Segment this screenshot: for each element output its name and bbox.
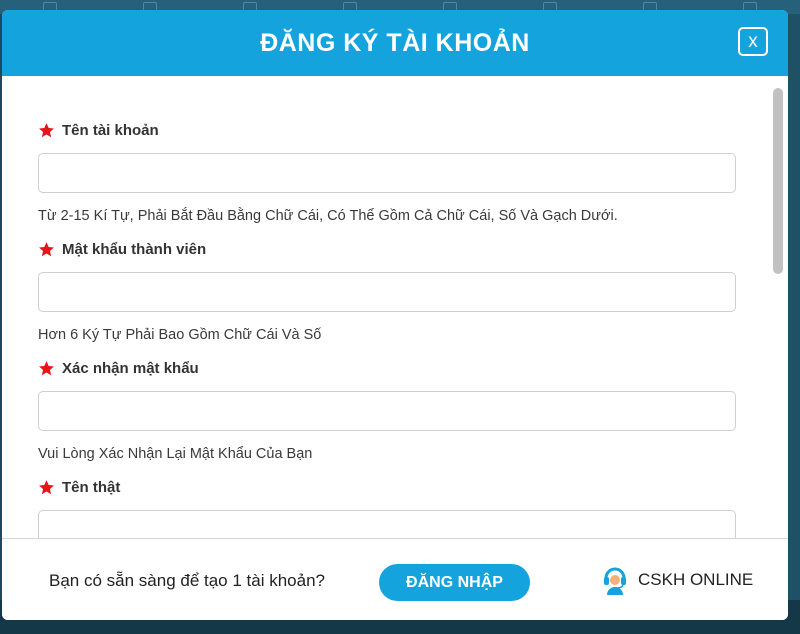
background-edge: [786, 14, 800, 600]
field-label-text: Xác nhận mật khẩu: [62, 359, 199, 377]
close-icon: x: [748, 31, 758, 52]
confirm-password-input[interactable]: [38, 391, 736, 431]
support-link[interactable]: CSKH ONLINE: [602, 563, 753, 597]
field-label: Tên tài khoản: [38, 120, 736, 140]
field-real-name: Tên thật: [38, 477, 736, 538]
field-password: Mật khẩu thành viên Hơn 6 Ký Tự Phải Bao…: [38, 239, 736, 345]
required-star-icon: [39, 241, 54, 256]
login-button[interactable]: ĐĂNG NHẬP: [379, 564, 530, 601]
modal-header: ĐĂNG KÝ TÀI KHOẢN x: [2, 10, 788, 76]
field-hint: Từ 2-15 Kí Tự, Phải Bắt Đầu Bằng Chữ Cái…: [38, 208, 618, 224]
field-hint: Vui Lòng Xác Nhận Lại Mật Khẩu Của Bạn: [38, 446, 313, 462]
field-label-text: Tên tài khoản: [62, 121, 159, 139]
support-label: CSKH ONLINE: [638, 570, 754, 589]
modal-body: Tên tài khoản Từ 2-15 Kí Tự, Phải Bắt Đầ…: [2, 76, 788, 538]
required-star-icon: [39, 122, 54, 137]
required-star-icon: [39, 360, 54, 375]
scrollbar-thumb[interactable]: [773, 88, 783, 274]
field-label-text: Tên thật: [62, 478, 121, 496]
field-label: Xác nhận mật khẩu: [38, 358, 736, 378]
register-modal: ĐĂNG KÝ TÀI KHOẢN x Tên tài khoản Từ 2-1…: [2, 10, 788, 620]
headset-icon: [604, 567, 626, 595]
field-username: Tên tài khoản Từ 2-15 Kí Tự, Phải Bắt Đầ…: [38, 120, 736, 226]
modal-footer: Bạn có sẵn sàng để tạo 1 tài khoản? ĐĂNG…: [2, 538, 788, 620]
field-label-text: Mật khẩu thành viên: [62, 240, 207, 258]
real-name-input[interactable]: [38, 510, 736, 538]
field-confirm-password: Xác nhận mật khẩu Vui Lòng Xác Nhận Lại …: [38, 358, 736, 464]
field-label: Mật khẩu thành viên: [38, 239, 736, 259]
modal-title: ĐĂNG KÝ TÀI KHOẢN: [260, 28, 530, 57]
close-button[interactable]: x: [738, 27, 768, 56]
username-input[interactable]: [38, 153, 736, 193]
field-label: Tên thật: [38, 477, 736, 497]
login-prompt: Bạn có sẵn sàng để tạo 1 tài khoản?: [49, 571, 325, 590]
password-input[interactable]: [38, 272, 736, 312]
field-hint: Hơn 6 Ký Tự Phải Bao Gồm Chữ Cái Và Số: [38, 327, 322, 343]
required-star-icon: [39, 479, 54, 494]
